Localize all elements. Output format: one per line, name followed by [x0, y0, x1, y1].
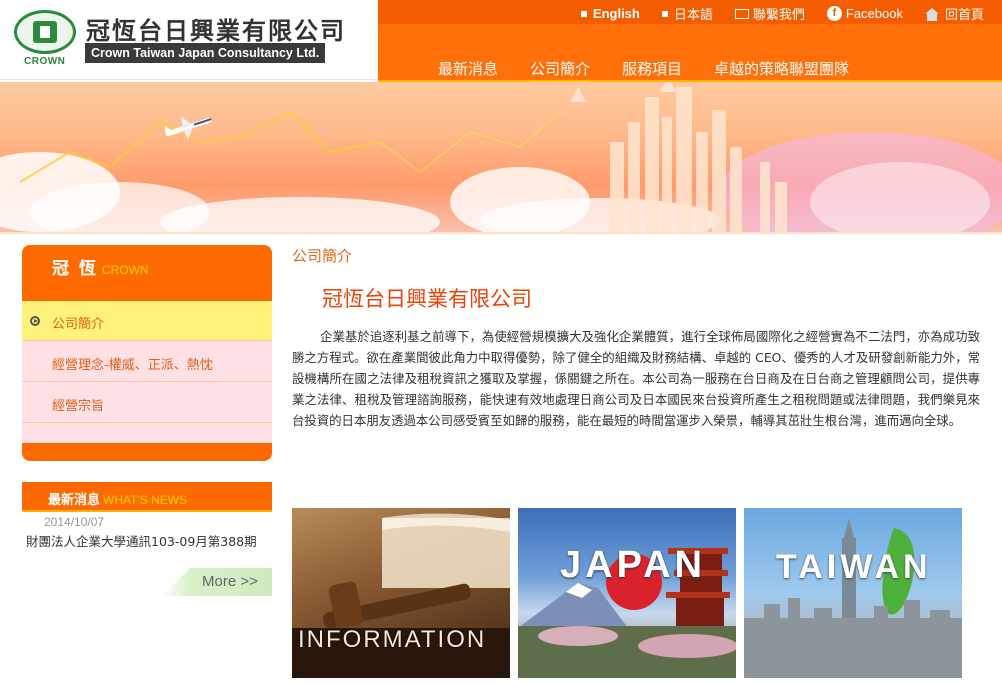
square-bullet-icon: [580, 10, 587, 17]
main-nav: 最新消息 公司簡介 服務項目 卓越的策略聯盟團隊: [438, 58, 881, 83]
sidebar-item-philosophy[interactable]: 經營理念-權威、正派、熱忱: [22, 342, 272, 382]
lang-english-link[interactable]: English: [580, 4, 640, 23]
sidebar-menu: 冠 恆 CROWN 公司簡介 經營理念-權威、正派、熱忱 經營宗旨: [22, 245, 272, 461]
logo[interactable]: CROWN 冠恆台日興業有限公司 Crown Taiwan Japan Cons…: [0, 0, 378, 80]
tile-japan-label: JAPAN: [560, 544, 706, 586]
company-name-cn: 冠恆台日興業有限公司: [86, 16, 346, 45]
tile-taiwan-label: TAIWAN: [776, 548, 932, 586]
tile-information[interactable]: INFORMATION: [292, 508, 510, 678]
sidebar-item-about[interactable]: 公司簡介: [22, 301, 272, 341]
news-header: 最新消息 WHAT'S NEWS: [22, 482, 272, 512]
facebook-icon: f: [826, 6, 842, 21]
company-heading: 冠恆台日興業有限公司: [322, 287, 532, 311]
more-button[interactable]: More >>: [162, 568, 272, 596]
nav-services[interactable]: 服務項目: [622, 58, 682, 83]
company-name-en: Crown Taiwan Japan Consultancy Ltd.: [85, 43, 326, 63]
tile-information-label: INFORMATION: [298, 626, 487, 653]
nav-about[interactable]: 公司簡介: [530, 58, 591, 83]
logo-emblem-icon: [14, 10, 76, 54]
facebook-link[interactable]: f Facebook: [826, 4, 903, 23]
news-item-link[interactable]: 財團法人企業大學通訊103-09月第388期: [26, 534, 272, 549]
company-intro: 企業基於追逐利基之前導下，為使經營規模擴大及強化企業體質，進行全球佈局國際化之經…: [292, 329, 980, 428]
taiwan-scenery-icon: [744, 518, 962, 678]
nav-alliance[interactable]: 卓越的策略聯盟團隊: [714, 58, 849, 83]
news-date: 2014/10/07: [44, 515, 105, 529]
logo-crown-text: CROWN: [24, 56, 66, 67]
sidebar-title: 冠 恆 CROWN: [52, 259, 149, 279]
hero-banner: [0, 82, 1002, 232]
tile-japan[interactable]: JAPAN: [518, 508, 736, 678]
banner-illustration: [0, 82, 1002, 232]
contact-link[interactable]: 聯繫我們: [734, 4, 805, 23]
home-link[interactable]: 回首頁: [924, 4, 984, 23]
japan-scenery-icon: [518, 548, 736, 678]
page-section-title: 公司簡介: [292, 247, 353, 265]
tile-taiwan[interactable]: TAIWAN: [744, 508, 962, 678]
mail-icon: [734, 8, 749, 19]
sidebar-item-mission[interactable]: 經營宗旨: [22, 383, 272, 423]
home-icon: [924, 7, 939, 21]
news-header-en: WHAT'S NEWS: [103, 493, 188, 507]
sidebar-title-en: CROWN: [101, 263, 149, 277]
lang-japanese-link[interactable]: 日本語: [661, 4, 713, 23]
top-nav: English 日本語 聯繫我們 f Facebook 回首頁: [559, 4, 984, 23]
nav-news[interactable]: 最新消息: [438, 58, 498, 83]
square-bullet-icon: [661, 10, 668, 17]
sidebar-list: 公司簡介 經營理念-權威、正派、熱忱 經營宗旨: [22, 301, 272, 443]
arrow-bullet-icon: [30, 316, 40, 326]
site-header: CROWN 冠恆台日興業有限公司 Crown Taiwan Japan Cons…: [0, 0, 1002, 83]
